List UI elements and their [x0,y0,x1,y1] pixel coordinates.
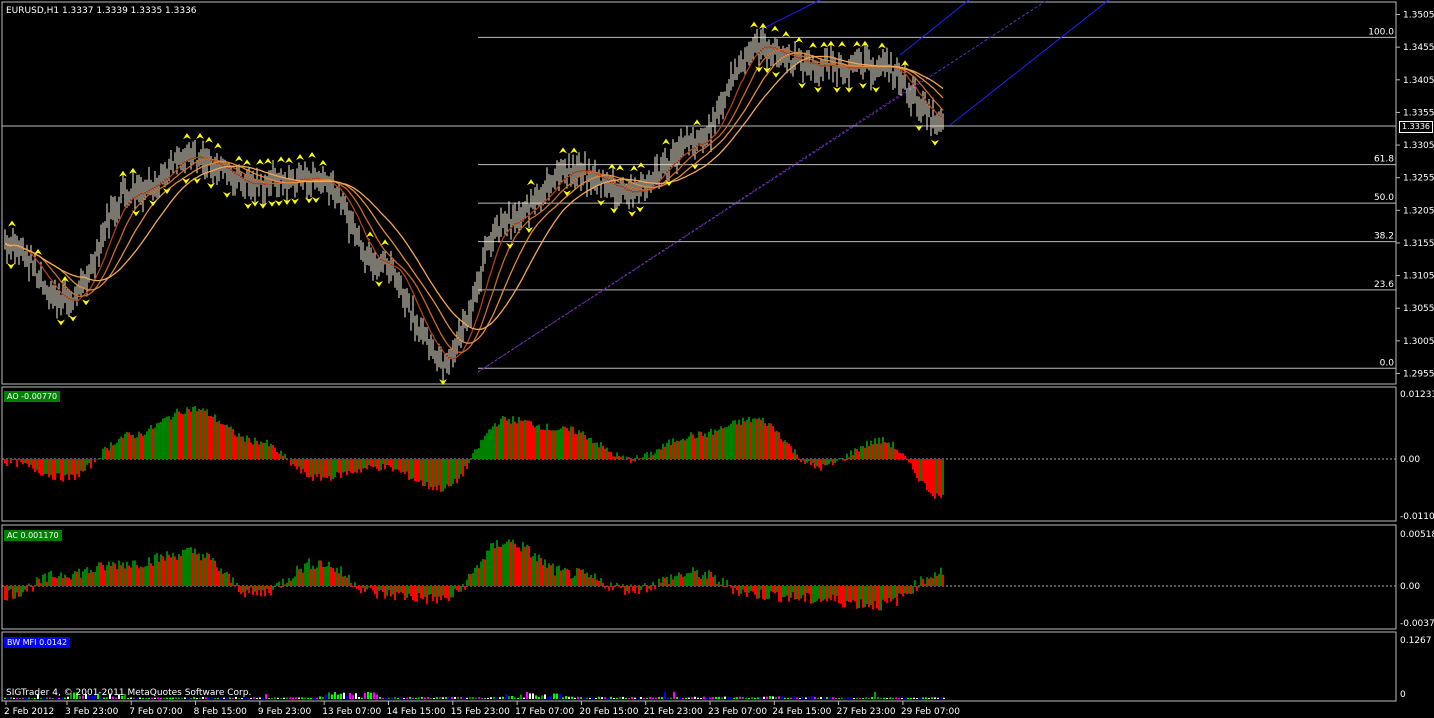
time-tick-label: 13 Feb 07:00 [322,707,381,717]
current-price-tag: 1.3336 [1399,121,1433,133]
price-tick-label: 1.3355 [1403,108,1434,118]
time-tick-label: 29 Feb 07:00 [901,707,960,717]
price-tick-label: 1.3255 [1403,174,1434,184]
indicator-tick-label: 0.00518 [1400,530,1434,540]
time-tick-label: 20 Feb 15:00 [579,707,638,717]
ac-tag: AC 0.001170 [4,530,62,541]
time-tick-label: 17 Feb 07:00 [515,707,574,717]
fib-level-label: 100.0 [1368,27,1394,37]
price-tick-label: 1.3455 [1403,43,1434,53]
time-tick-label: 3 Feb 23:00 [65,707,119,717]
price-tick-label: 1.2955 [1403,369,1434,379]
price-tick-label: 1.3005 [1403,337,1434,347]
price-tick-label: 1.3305 [1403,141,1434,151]
indicator-tick-label: -0.01102 [1400,512,1434,522]
indicator-tick-label: 0.01233 [1400,390,1434,400]
time-tick-label: 8 Feb 15:00 [194,707,248,717]
indicator-tick-label: -0.00379 [1400,619,1434,629]
price-tick-label: 1.3405 [1403,76,1434,86]
time-tick-label: 23 Feb 07:00 [708,707,767,717]
fib-level-label: 23.6 [1374,280,1394,290]
price-tick-label: 1.3205 [1403,206,1434,216]
time-tick-label: 7 Feb 07:00 [129,707,183,717]
time-tick-label: 14 Feb 15:00 [387,707,446,717]
price-tick-label: 1.3505 [1403,11,1434,21]
indicator-tick-label: 0.00 [1400,455,1420,465]
time-tick-label: 21 Feb 23:00 [644,707,703,717]
time-tick-label: 9 Feb 23:00 [258,707,312,717]
time-tick-label: 15 Feb 23:00 [451,707,510,717]
time-tick-label: 27 Feb 23:00 [837,707,896,717]
price-tick-label: 1.3055 [1403,304,1434,314]
ao-tag: AO -0.00770 [4,391,61,402]
indicator-tick-label: 0.00 [1400,582,1420,592]
fib-level-label: 38.2 [1374,232,1394,242]
copyright-text: SIGTrader 4, © 2001-2011 MetaQuotes Soft… [6,688,251,698]
fib-level-label: 50.0 [1374,193,1394,203]
fib-level-label: 61.8 [1374,155,1394,165]
price-tick-label: 1.3105 [1403,272,1434,282]
mfi-tag: BW MFI 0.0142 [4,637,71,648]
price-tick-label: 1.3155 [1403,239,1434,249]
fib-level-label: 0.0 [1380,358,1395,368]
time-tick-label: 2 Feb 2012 [4,707,54,717]
symbol-header: EURUSD,H1 1.3337 1.3339 1.3335 1.3336 [6,6,197,16]
time-tick-label: 24 Feb 15:00 [772,707,831,717]
indicator-tick-label: 0 [1400,690,1406,700]
chart-stage: 1.3505 1.3455 1.3405 1.3355 1.3305 1.3255 1.32… [0,0,1434,718]
indicator-tick-label: 0.1267 [1400,636,1432,646]
